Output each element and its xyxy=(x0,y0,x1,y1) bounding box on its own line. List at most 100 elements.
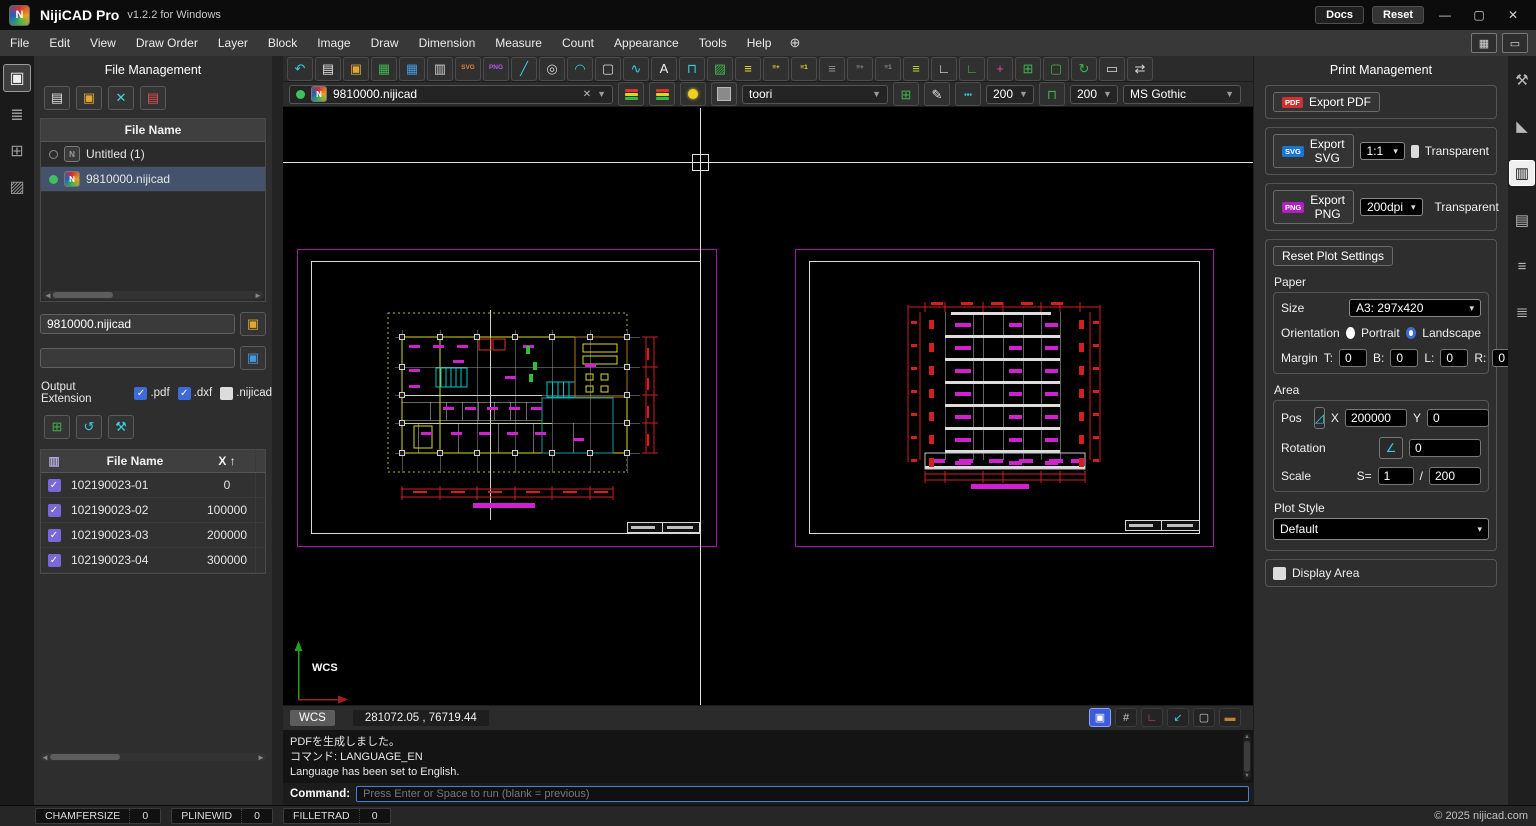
rail-blocks-icon[interactable]: ⊞ xyxy=(4,138,30,164)
file-row[interactable]: NUntitled (1) xyxy=(41,142,265,167)
console-scrollbar[interactable]: ▲▼ xyxy=(1243,733,1251,780)
menu-image[interactable]: Image xyxy=(307,30,360,56)
display-area-checkbox[interactable] xyxy=(1273,567,1286,580)
save-as-icon[interactable]: ▦ xyxy=(399,57,425,81)
ext-checkbox--dxf[interactable]: ✓ xyxy=(178,387,191,400)
pos-x-input[interactable] xyxy=(1345,409,1407,427)
select-area-icon[interactable]: ▢ xyxy=(1043,57,1069,81)
rail-print-icon[interactable]: ▥ xyxy=(1509,160,1535,186)
batch-row[interactable]: ✓102190023-02100000 xyxy=(41,498,265,523)
rail-command-alias-icon[interactable]: ≣ xyxy=(1510,300,1534,324)
menu-layer[interactable]: Layer xyxy=(208,30,258,56)
file-list-hscrollbar[interactable]: ◄► xyxy=(43,291,263,299)
blocks-icon[interactable]: ⊞ xyxy=(1015,57,1041,81)
batch-name-header[interactable]: File Name xyxy=(67,454,199,468)
block-tree-icon[interactable]: ⊞ xyxy=(893,82,919,106)
scale-numerator-input[interactable] xyxy=(1378,467,1414,485)
rail-images-icon[interactable]: ▨ xyxy=(4,174,30,200)
doc-dropdown-caret-icon[interactable]: ▼ xyxy=(597,89,606,99)
layer-state-icon[interactable] xyxy=(649,82,675,106)
batch-row[interactable]: ✓102190023-04300000 xyxy=(41,548,265,573)
paper-size-select[interactable]: A3: 297x420▾ xyxy=(1349,299,1481,317)
layer-current-icon[interactable]: ≡1 xyxy=(791,57,817,81)
minimize-icon[interactable]: — xyxy=(1432,8,1458,22)
menu-file[interactable]: File xyxy=(0,30,39,56)
command-input[interactable] xyxy=(356,786,1249,802)
png-dpi-select[interactable]: 200dpi▾ xyxy=(1360,198,1423,216)
rail-measure-icon[interactable]: ◣ xyxy=(1510,114,1534,138)
ext-checkbox--pdf[interactable]: ✓ xyxy=(134,387,147,400)
portrait-radio[interactable] xyxy=(1346,327,1355,339)
menu-dimension[interactable]: Dimension xyxy=(409,30,486,56)
text-tool-icon[interactable]: A xyxy=(651,57,677,81)
menu-appearance[interactable]: Appearance xyxy=(604,30,689,56)
menu-draw[interactable]: Draw xyxy=(361,30,409,56)
export-png-icon[interactable]: PNG xyxy=(483,57,509,81)
file-row[interactable]: N9810000.nijicad xyxy=(41,167,265,192)
menu-count[interactable]: Count xyxy=(552,30,604,56)
new-doc-icon[interactable]: ▤ xyxy=(44,86,70,110)
margin-bottom-input[interactable] xyxy=(1390,349,1418,367)
sysvar-plinewid[interactable]: PLINEWID0 xyxy=(171,808,273,824)
ruler-icon[interactable]: ▬ xyxy=(1219,708,1241,727)
panel-splitter[interactable] xyxy=(272,56,283,805)
build-icon[interactable]: ⚒ xyxy=(108,415,134,439)
color-swatch[interactable] xyxy=(711,82,737,106)
document-combobox[interactable]: N 9810000.nijicad ✕ ▼ xyxy=(289,85,613,104)
ext-option--nijicad[interactable]: .nijicad xyxy=(220,387,272,400)
layer-add-off-icon[interactable]: ≡+ xyxy=(847,57,873,81)
polyline-tool-icon[interactable]: ∿ xyxy=(623,57,649,81)
rail-layers-icon[interactable]: ≣ xyxy=(4,102,30,128)
output-file-browse-icon[interactable]: ▣ xyxy=(240,312,266,336)
rotate-tool-icon[interactable]: ↻ xyxy=(1071,57,1097,81)
osnap-icon[interactable]: ↙ xyxy=(1167,708,1189,727)
output-dir-browse-icon[interactable]: ▣ xyxy=(240,346,266,370)
dimscale-select[interactable]: 200▼ xyxy=(1070,85,1118,104)
panel-hscrollbar[interactable]: ◄ ► xyxy=(40,753,266,761)
open-doc-icon[interactable]: ▣ xyxy=(76,86,102,110)
batch-row-checkbox[interactable]: ✓ xyxy=(48,529,61,542)
close-icon[interactable]: ✕ xyxy=(1500,8,1526,22)
rail-files-icon[interactable]: ▣ xyxy=(3,64,31,92)
export-svg-button[interactable]: SVG Export SVG xyxy=(1273,134,1354,168)
layer-merge-icon[interactable]: ≡ xyxy=(903,57,929,81)
sysvar-filletrad[interactable]: FILLETRAD0 xyxy=(283,808,391,824)
swap-icon[interactable]: ⇄ xyxy=(1127,57,1153,81)
circle-tool-icon[interactable]: ◎ xyxy=(539,57,565,81)
rotation-pick-icon[interactable]: ∠ xyxy=(1379,437,1403,459)
save-file-icon[interactable]: ▦ xyxy=(371,57,397,81)
output-dir-input[interactable] xyxy=(40,348,235,368)
rail-plot-log-icon[interactable]: ▤ xyxy=(1510,208,1534,232)
export-pdf-button[interactable]: PDF Export PDF xyxy=(1273,92,1380,112)
ext-option--pdf[interactable]: ✓.pdf xyxy=(134,387,169,400)
menu-edit[interactable]: Edit xyxy=(39,30,80,56)
batch-row-checkbox[interactable]: ✓ xyxy=(48,504,61,517)
reset-plot-settings-button[interactable]: Reset Plot Settings xyxy=(1273,246,1393,266)
batch-row-checkbox[interactable]: ✓ xyxy=(48,479,61,492)
cad-viewport[interactable]: WCS xyxy=(283,108,1253,705)
new-file-icon[interactable]: ▤ xyxy=(315,57,341,81)
pos-pick-icon[interactable]: ◿ xyxy=(1314,407,1325,429)
layer-current-off-icon[interactable]: ≡1 xyxy=(875,57,901,81)
undo-icon[interactable]: ↶ xyxy=(287,57,313,81)
ext-checkbox--nijicad[interactable] xyxy=(220,387,233,400)
plot-style-select[interactable]: Default▾ xyxy=(1273,518,1489,540)
toggle-canvas-icon[interactable]: ▭ xyxy=(1502,33,1528,53)
ucs-set-icon[interactable]: ∟ xyxy=(959,57,985,81)
rotation-input[interactable] xyxy=(1409,439,1481,457)
svg-scale-select[interactable]: 1:1▾ xyxy=(1360,142,1405,160)
move-tool-icon[interactable]: + xyxy=(987,57,1013,81)
margin-left-input[interactable] xyxy=(1440,349,1468,367)
rail-tools-icon[interactable]: ⚒ xyxy=(1510,68,1534,92)
ltscale-select[interactable]: 200▼ xyxy=(986,85,1034,104)
margin-top-input[interactable] xyxy=(1339,349,1367,367)
open-file-icon[interactable]: ▣ xyxy=(343,57,369,81)
layers-off-icon[interactable]: ≡ xyxy=(819,57,845,81)
ucs-icon[interactable]: ∟ xyxy=(931,57,957,81)
layer-manager-icon[interactable] xyxy=(618,82,644,106)
layer-combobox[interactable]: toori ▼ xyxy=(742,85,888,104)
sysvar-chamfersize[interactable]: CHAMFERSIZE0 xyxy=(35,808,161,824)
selection-preview-icon[interactable]: ▣ xyxy=(1089,708,1111,727)
layer-add-icon[interactable]: ≡+ xyxy=(763,57,789,81)
menu-tools[interactable]: Tools xyxy=(689,30,737,56)
